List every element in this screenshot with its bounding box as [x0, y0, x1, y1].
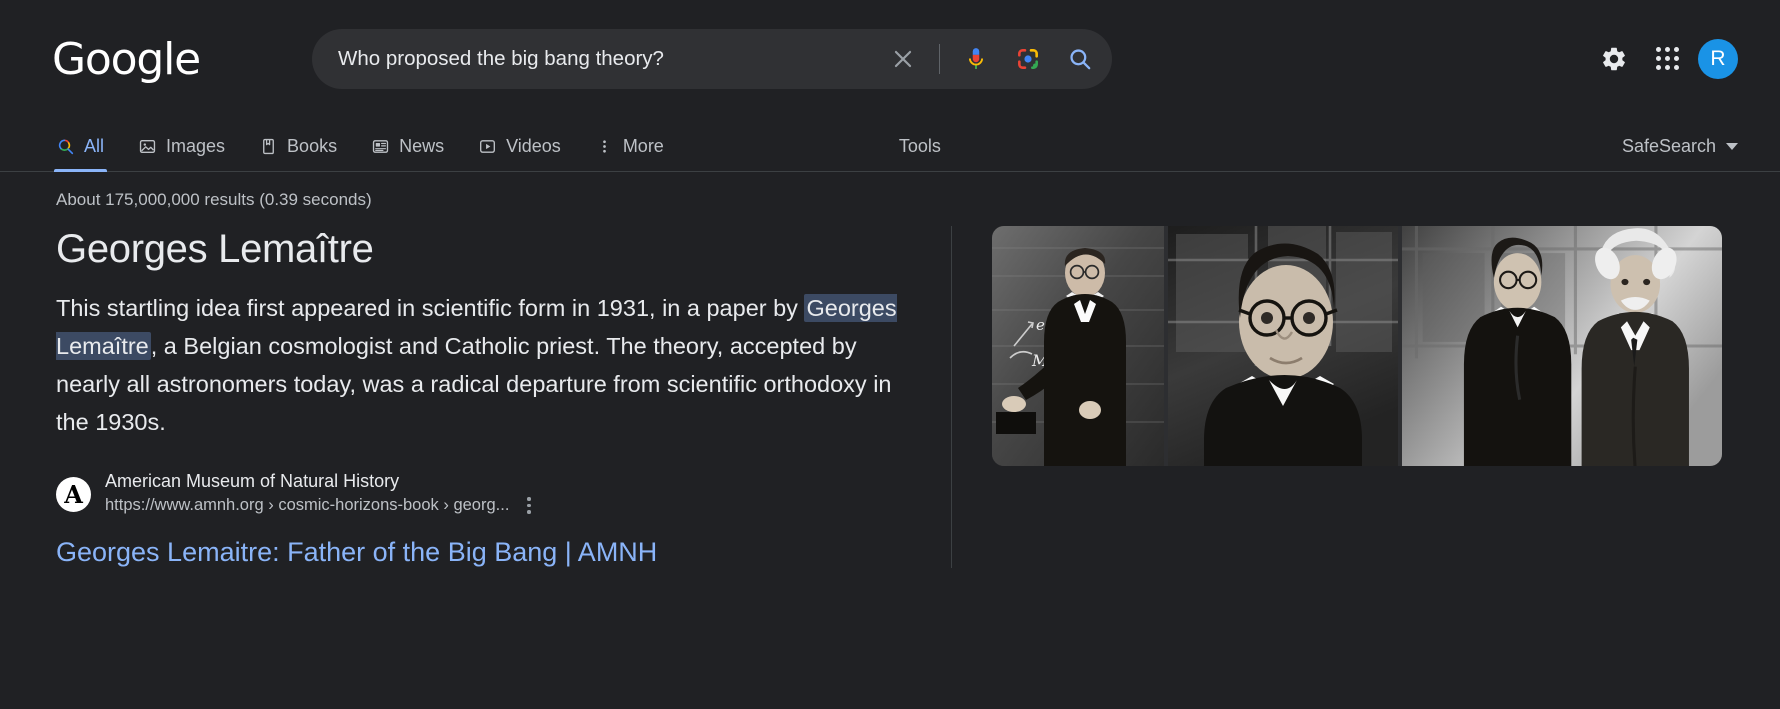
google-logo-text: Google — [52, 33, 201, 85]
tab-images-label: Images — [166, 136, 226, 156]
search-nav-bar: All Images Books News Videos More Tools … — [0, 118, 1780, 172]
page-header: Google Who proposed the big bang theory?… — [0, 0, 1780, 118]
search-submit-button[interactable] — [1056, 35, 1104, 83]
tab-more-label: More — [622, 136, 664, 156]
settings-gear-icon[interactable] — [1590, 35, 1638, 83]
tools-button[interactable]: Tools — [899, 136, 941, 171]
amnh-favicon-icon: A — [56, 476, 91, 512]
snippet-image-2[interactable] — [1168, 226, 1398, 466]
tab-all[interactable]: All — [52, 136, 121, 172]
tab-all-label: All — [84, 136, 105, 156]
header-actions: R — [1590, 0, 1738, 118]
google-apps-icon[interactable] — [1656, 47, 1680, 71]
tab-books[interactable]: Books — [242, 136, 354, 171]
clear-search-button[interactable] — [879, 35, 927, 83]
book-icon — [259, 137, 278, 156]
featured-snippet-content: Georges Lemaître This startling idea fir… — [56, 226, 951, 568]
nav-tabs: All Images Books News Videos More — [52, 136, 681, 172]
search-bar[interactable] — [312, 29, 1112, 89]
result-source[interactable]: A American Museum of Natural History htt… — [56, 471, 911, 517]
featured-snippet-text: This startling idea first appeared in sc… — [56, 289, 911, 441]
google-lens-button[interactable] — [1004, 35, 1052, 83]
snippet-image-1[interactable]: e M — [992, 226, 1164, 466]
tab-news-label: News — [399, 136, 445, 156]
avatar[interactable]: R — [1698, 39, 1738, 79]
search-icon — [56, 137, 75, 156]
chevron-down-icon — [1726, 143, 1738, 150]
search-results: About 175,000,000 results (0.39 seconds)… — [0, 172, 1780, 568]
result-count: About 175,000,000 results (0.39 seconds) — [56, 190, 372, 209]
source-meta: American Museum of Natural History https… — [105, 471, 535, 517]
result-options-icon[interactable] — [523, 494, 535, 517]
search-divider — [939, 44, 940, 74]
search-bar-actions — [879, 35, 1104, 83]
news-icon — [371, 137, 390, 156]
result-title-link[interactable]: Georges Lemaitre: Father of the Big Bang… — [56, 537, 657, 568]
page-title: Georges Lemaître — [56, 227, 374, 271]
tab-images[interactable]: Images — [121, 136, 242, 171]
snippet-text-part-1: This startling idea first appeared in sc… — [56, 295, 805, 322]
tab-books-label: Books — [287, 136, 338, 156]
tab-videos-label: Videos — [506, 136, 561, 156]
tab-videos[interactable]: Videos — [461, 136, 578, 171]
snippet-text-part-2: , a Belgian cosmologist and Catholic pri… — [56, 333, 892, 436]
safesearch-label: SafeSearch — [1621, 136, 1716, 156]
google-logo[interactable]: Google — [52, 33, 202, 85]
svg-text:e: e — [1036, 316, 1045, 334]
tab-news[interactable]: News — [354, 136, 461, 171]
source-url: https://www.amnh.org › cosmic-horizons-b… — [105, 496, 510, 515]
video-icon — [478, 137, 497, 156]
snippet-image-3[interactable] — [1402, 226, 1722, 466]
image-icon — [138, 137, 157, 156]
safesearch-dropdown[interactable]: SafeSearch — [1622, 136, 1738, 157]
featured-snippet: Georges Lemaître This startling idea fir… — [56, 210, 1780, 568]
featured-snippet-images[interactable]: e M — [992, 226, 1722, 466]
tab-more[interactable]: More — [578, 136, 681, 171]
source-url-row: https://www.amnh.org › cosmic-horizons-b… — [105, 494, 535, 517]
more-vertical-icon — [595, 137, 614, 156]
source-name: American Museum of Natural History — [105, 471, 400, 492]
search-input[interactable] — [338, 47, 879, 71]
voice-search-button[interactable] — [952, 35, 1000, 83]
snippet-divider — [951, 226, 952, 568]
